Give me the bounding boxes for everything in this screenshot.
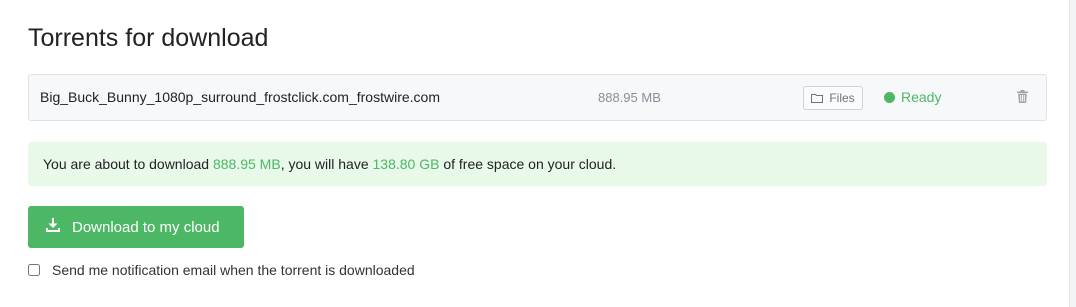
info-prefix: You are about to download bbox=[43, 156, 213, 172]
download-info-alert: You are about to download 888.95 MB, you… bbox=[28, 142, 1047, 186]
status-dot-icon bbox=[884, 91, 895, 103]
files-button-label: Files bbox=[829, 91, 855, 105]
download-to-cloud-button[interactable]: Download to my cloud bbox=[28, 206, 244, 248]
status-label: Ready bbox=[901, 89, 942, 105]
torrent-row: Big_Buck_Bunny_1080p_surround_frostclick… bbox=[28, 74, 1047, 121]
torrent-name: Big_Buck_Bunny_1080p_surround_frostclick… bbox=[40, 89, 440, 105]
folder-icon bbox=[811, 93, 824, 103]
info-middle: , you will have bbox=[280, 156, 373, 172]
download-button-label: Download to my cloud bbox=[72, 218, 220, 236]
notify-checkbox[interactable] bbox=[28, 264, 40, 276]
trash-icon[interactable] bbox=[1017, 90, 1028, 108]
torrent-status: Ready bbox=[884, 89, 941, 105]
torrent-size: 888.95 MB bbox=[598, 90, 661, 105]
download-icon bbox=[46, 218, 60, 236]
torrents-panel: Torrents for download Big_Buck_Bunny_108… bbox=[0, 0, 1070, 307]
info-free-space: 138.80 GB bbox=[372, 156, 440, 172]
notify-label: Send me notification email when the torr… bbox=[52, 262, 415, 278]
info-download-size: 888.95 MB bbox=[212, 156, 281, 172]
files-button[interactable]: Files bbox=[803, 86, 863, 110]
notify-option[interactable]: Send me notification email when the torr… bbox=[28, 262, 415, 278]
info-suffix: of free space on your cloud. bbox=[439, 156, 617, 172]
page-title: Torrents for download bbox=[28, 24, 269, 52]
